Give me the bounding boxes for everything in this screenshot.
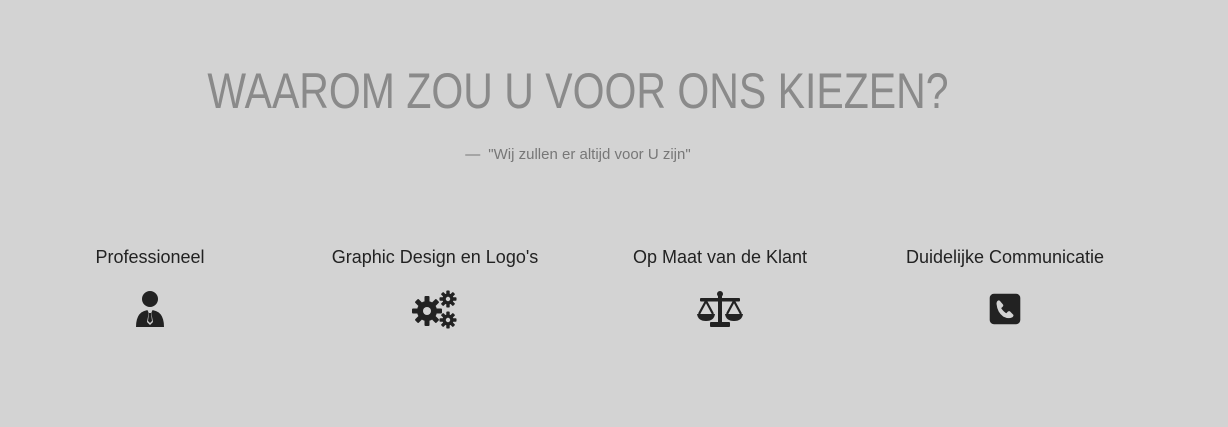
feature-communicatie: Duidelijke Communicatie xyxy=(880,244,1130,325)
tagline-dash: — xyxy=(465,146,481,163)
feature-title: Graphic Design en Logo's xyxy=(331,247,539,267)
feature-graphic-design: Graphic Design en Logo's xyxy=(315,244,555,329)
phone-square-icon xyxy=(989,293,1021,325)
feature-professioneel: Professioneel xyxy=(50,244,250,327)
feature-title: Op Maat van de Klant xyxy=(632,247,808,267)
section-heading: WAAROM ZOU U VOOR ONS KIEZEN? xyxy=(207,63,949,119)
tagline-quote: "Wij zullen er altijd voor U zijn" xyxy=(488,146,691,163)
section-tagline: — "Wij zullen er altijd voor U zijn" xyxy=(0,146,1156,163)
cogs-icon xyxy=(412,290,457,329)
feature-title: Duidelijke Communicatie xyxy=(905,247,1105,267)
user-tie-icon xyxy=(136,291,164,327)
balance-scale-icon xyxy=(697,291,743,327)
feature-title: Professioneel xyxy=(95,247,205,267)
why-choose-us-section: WAAROM ZOU U VOOR ONS KIEZEN? — "Wij zull… xyxy=(0,0,1228,427)
feature-op-maat: Op Maat van de Klant xyxy=(610,244,830,327)
